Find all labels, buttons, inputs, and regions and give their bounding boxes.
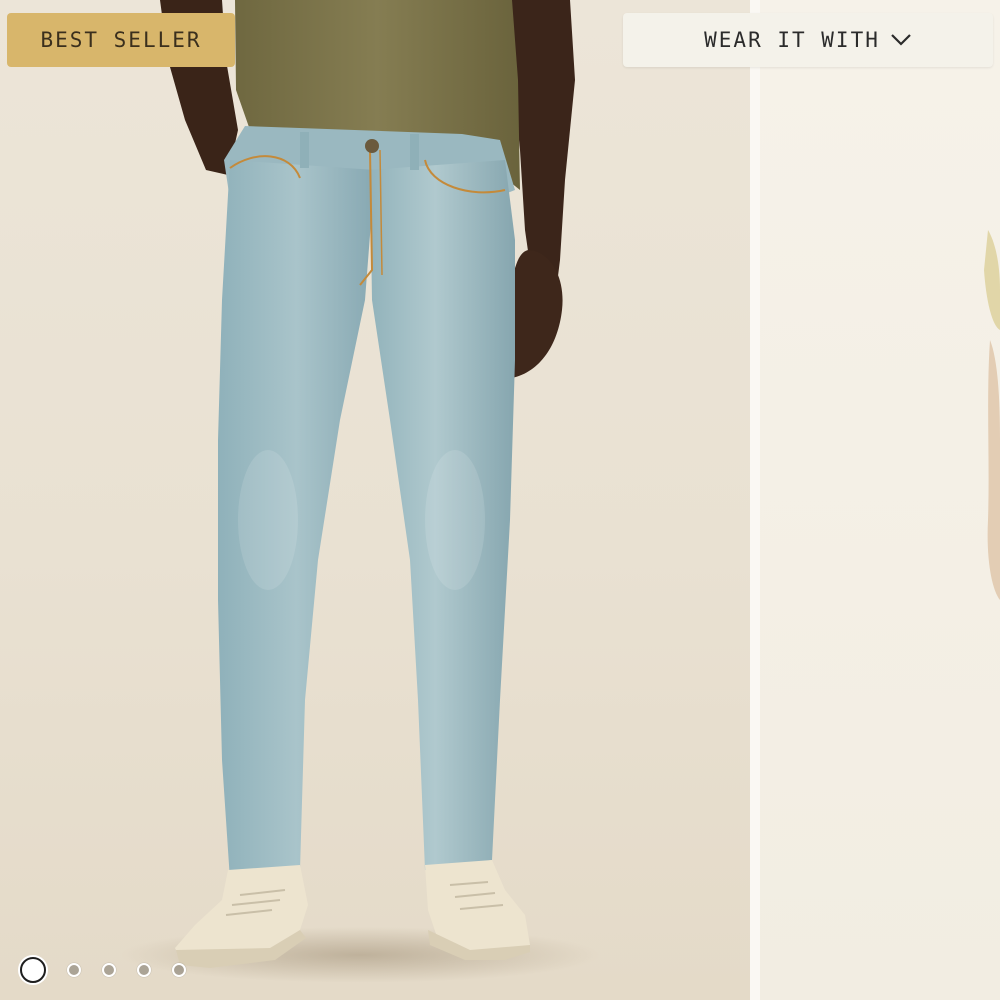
chevron-down-icon [890, 33, 912, 47]
best-seller-label: BEST SELLER [40, 28, 202, 52]
product-image-slide-1[interactable]: BEST SELLER [0, 0, 750, 1000]
carousel-dot-2[interactable] [67, 963, 81, 977]
carousel-dot-4[interactable] [137, 963, 151, 977]
product-photo-jeans [120, 0, 600, 983]
product-image-slide-2-preview[interactable] [760, 0, 1000, 1000]
product-photo-next [984, 230, 1000, 600]
best-seller-badge: BEST SELLER [7, 13, 235, 67]
carousel-dot-1[interactable] [20, 957, 46, 983]
carousel-pagination [20, 957, 186, 983]
product-image-viewer: BEST SELLER WEAR IT WITH [0, 0, 1000, 1000]
wear-it-with-label: WEAR IT WITH [704, 28, 880, 52]
carousel-dot-5[interactable] [172, 963, 186, 977]
wear-it-with-button[interactable]: WEAR IT WITH [623, 13, 993, 67]
carousel-dot-3[interactable] [102, 963, 116, 977]
